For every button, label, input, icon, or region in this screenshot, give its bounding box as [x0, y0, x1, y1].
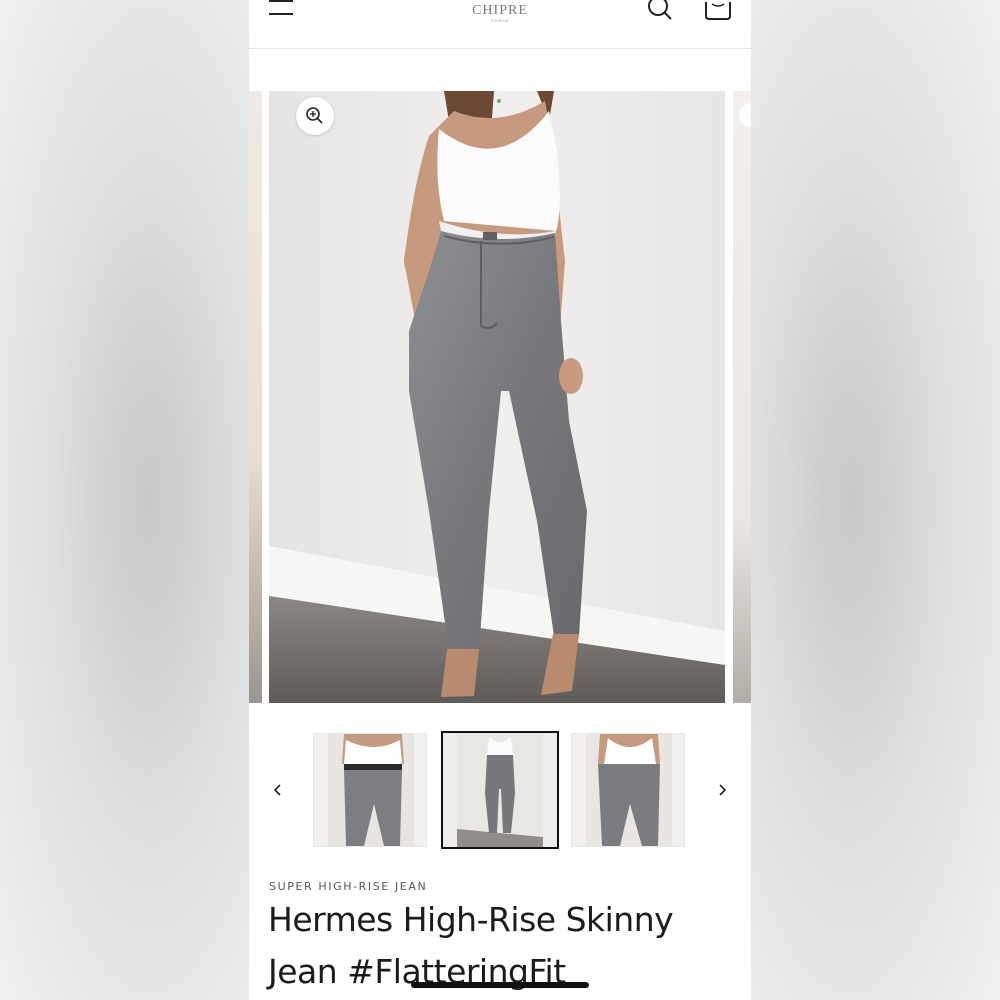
logo-subtext: DENIM: [491, 18, 509, 23]
thumbnail-strip: [249, 730, 751, 850]
thumbnail-back-close-view[interactable]: [571, 733, 685, 847]
site-header: CHIPRE DENIM: [249, 0, 751, 49]
previous-slide-peek[interactable]: [249, 91, 262, 703]
search-icon[interactable]: [647, 0, 675, 20]
thumbnail-full-front-view[interactable]: [441, 731, 559, 849]
next-slide-peek[interactable]: [733, 91, 751, 703]
chevron-left-icon[interactable]: [270, 782, 286, 798]
mobile-page: CHIPRE DENIM SUPER HIGH-RISE JEAN Hermes…: [249, 0, 751, 1000]
brand-logo[interactable]: CHIPRE DENIM: [459, 0, 541, 30]
shopping-bag-icon[interactable]: [703, 0, 733, 22]
hamburger-menu-icon[interactable]: [269, 0, 293, 18]
product-title-line-1: Hermes High-Rise Skinny: [268, 900, 674, 939]
product-title-line-2: Jean #FlatteringFit: [268, 952, 566, 991]
logo-text: CHIPRE: [472, 3, 528, 18]
product-gallery: [249, 91, 751, 703]
home-indicator[interactable]: [411, 982, 589, 988]
product-eyebrow: SUPER HIGH-RISE JEAN: [269, 880, 428, 893]
chevron-right-icon[interactable]: [714, 782, 730, 798]
thumbnail-back-view[interactable]: [313, 733, 427, 847]
blurred-background-left: [0, 0, 249, 1000]
blurred-background-right: [751, 0, 1000, 1000]
zoom-button[interactable]: [296, 97, 334, 135]
main-product-photo[interactable]: [269, 91, 725, 703]
zoom-in-icon: [306, 107, 323, 124]
